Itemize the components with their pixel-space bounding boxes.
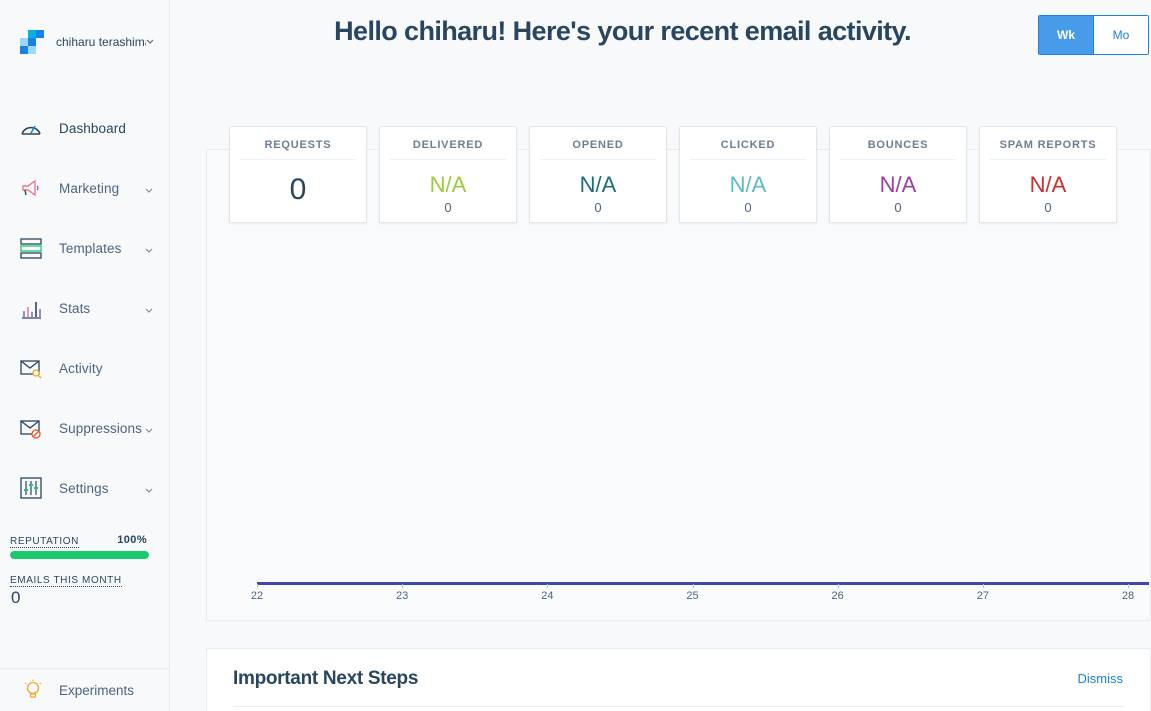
lightbulb-icon xyxy=(22,679,44,701)
next-steps-title: Important Next Steps xyxy=(233,668,419,689)
x-tick-mark xyxy=(402,584,404,588)
sidebar-item-label: Dashboard xyxy=(59,120,126,136)
stat-value: N/A xyxy=(1029,172,1067,197)
sidebar-item-label: Suppressions xyxy=(59,420,142,436)
emails-this-month-label[interactable]: EMAILS THIS MONTH xyxy=(10,575,122,587)
x-tick-label: 27 xyxy=(976,590,989,602)
next-steps-panel: Important Next Steps Dismiss xyxy=(206,648,1151,711)
chevron-down-icon xyxy=(145,421,153,433)
stat-value: N/A xyxy=(579,172,617,197)
sidebar-item-label: Activity xyxy=(59,360,103,376)
account-name: chiharu terashima xyxy=(56,35,146,49)
month-toggle-button[interactable]: Mo xyxy=(1093,16,1148,54)
template-layout-icon xyxy=(19,236,43,260)
megaphone-icon xyxy=(19,176,43,200)
stat-value: N/A xyxy=(879,172,917,197)
sidebar-item-activity[interactable]: Activity xyxy=(0,348,169,388)
stat-card-delivered: DELIVERED N/A 0 xyxy=(379,126,517,223)
sidebar-item-dashboard[interactable]: Dashboard xyxy=(0,108,169,148)
sliders-icon xyxy=(19,476,43,500)
reputation-label[interactable]: REPUTATION xyxy=(10,536,79,548)
sendgrid-logo-icon xyxy=(20,30,46,54)
x-tick-label: 23 xyxy=(396,590,409,602)
stat-count: 0 xyxy=(744,200,752,215)
week-toggle-button[interactable]: Wk xyxy=(1039,16,1093,54)
stat-title: DELIVERED xyxy=(390,139,506,160)
stat-title: BOUNCES xyxy=(840,139,956,160)
chevron-down-icon xyxy=(145,241,153,253)
x-tick-mark xyxy=(1128,584,1129,588)
chevron-down-icon xyxy=(145,181,153,193)
stat-count: 0 xyxy=(444,200,452,215)
account-switcher[interactable]: chiharu terashima xyxy=(20,30,160,54)
page-title: Hello chiharu! Here's your recent email … xyxy=(334,16,911,46)
stat-title: SPAM REPORTS xyxy=(990,139,1106,160)
x-tick-mark xyxy=(257,584,258,588)
emails-this-month-value: 0 xyxy=(11,588,21,607)
stat-card-opened: OPENED N/A 0 xyxy=(529,126,667,223)
sidebar-item-settings[interactable]: Settings xyxy=(0,468,169,508)
stat-title: OPENED xyxy=(540,139,656,160)
chevron-down-icon xyxy=(145,481,153,493)
sidebar-item-templates[interactable]: Templates xyxy=(0,228,169,268)
stat-count: 0 xyxy=(1044,200,1052,215)
sidebar-item-label: Stats xyxy=(59,300,91,316)
sidebar-item-marketing[interactable]: Marketing xyxy=(0,168,169,208)
sidebar-item-stats[interactable]: Stats xyxy=(0,288,169,328)
speedometer-icon xyxy=(19,116,43,140)
sidebar-item-experiments[interactable]: Experiments xyxy=(0,668,169,711)
x-tick-label: 25 xyxy=(686,590,699,602)
bar-chart-icon xyxy=(19,296,43,320)
stat-card-requests: REQUESTS 0 xyxy=(229,126,367,223)
envelope-blocked-icon xyxy=(19,416,43,440)
envelope-search-icon xyxy=(19,356,43,380)
stat-title: REQUESTS xyxy=(240,139,356,160)
divider xyxy=(233,706,1124,707)
sidebar-item-label: Experiments xyxy=(59,682,135,698)
sidebar-item-label: Templates xyxy=(59,240,122,256)
stat-count: 0 xyxy=(894,200,902,215)
x-tick-mark xyxy=(982,584,984,588)
sidebar-item-label: Settings xyxy=(59,480,109,496)
chevron-down-icon xyxy=(146,37,154,48)
sidebar-item-label: Marketing xyxy=(59,180,120,196)
stat-title: CLICKED xyxy=(690,139,806,160)
stat-card-bounces: BOUNCES N/A 0 xyxy=(829,126,967,223)
x-tick-label: 24 xyxy=(541,590,554,602)
reputation-bar xyxy=(10,551,149,559)
period-toggle: Wk Mo xyxy=(1038,15,1149,55)
stat-card-spam-reports: SPAM REPORTS N/A 0 xyxy=(979,126,1117,223)
x-tick-mark xyxy=(547,584,549,588)
reputation-value: 100% xyxy=(117,534,147,546)
stat-value: 0 xyxy=(289,173,307,206)
x-tick-label: 22 xyxy=(250,590,264,602)
x-tick-label: 28 xyxy=(1121,590,1135,602)
stat-card-clicked: CLICKED N/A 0 xyxy=(679,126,817,223)
sidebar-item-suppressions[interactable]: Suppressions xyxy=(0,408,169,448)
reputation-bar-fill xyxy=(10,551,149,559)
sidebar: chiharu terashima Dashboard Marketing Te… xyxy=(0,0,170,711)
series-line xyxy=(257,582,1149,585)
x-tick-mark xyxy=(837,584,839,588)
stat-value: N/A xyxy=(429,172,467,197)
chevron-down-icon xyxy=(145,301,153,313)
x-tick-label: 26 xyxy=(831,590,844,602)
stat-count: 0 xyxy=(594,200,602,215)
dismiss-link[interactable]: Dismiss xyxy=(1078,671,1124,686)
x-tick-mark xyxy=(692,584,694,588)
stat-value: N/A xyxy=(729,172,767,197)
